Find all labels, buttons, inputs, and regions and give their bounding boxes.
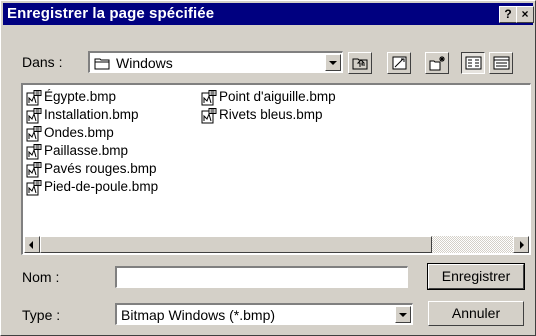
filetype-dropdown-button[interactable] [395,306,411,323]
file-name: Paillasse.bmp [44,143,129,158]
file-name: Rivets bleus.bmp [219,107,323,122]
bitmap-file-icon [26,180,42,196]
file-list[interactable]: Égypte.bmp Installation.bmp Ondes.bmp Paill… [21,83,531,255]
save-button-label: Enregistrer [441,268,511,284]
filetype-label: Type : [22,307,60,323]
file-name: Ondes.bmp [44,125,114,140]
file-name: Installation.bmp [44,107,139,122]
scroll-left-button[interactable] [24,236,40,253]
title-bar[interactable]: Enregistrer la page spécifiée ? × [3,3,534,25]
bitmap-file-icon [26,108,42,124]
filetype-label-text: Type : [22,307,61,323]
file-name: Pied-de-poule.bmp [44,179,159,194]
bitmap-file-icon [26,90,42,106]
details-view-button[interactable] [489,52,513,74]
close-button[interactable]: × [516,6,534,23]
filename-input[interactable] [115,266,408,288]
bitmap-file-icon [201,90,217,106]
up-one-level-button[interactable] [348,52,372,74]
folder-icon [94,57,112,73]
bitmap-file-icon [26,126,42,142]
location-label-text: Dans : [22,54,63,70]
filename-label-text: Nom : [22,269,60,285]
scroll-thumb[interactable] [40,236,432,253]
cancel-button[interactable]: Annuler [428,301,524,326]
location-combo[interactable]: Windows [88,51,343,73]
bitmap-file-icon [26,144,42,160]
bitmap-file-icon [26,162,42,178]
bitmap-file-icon [201,108,217,124]
save-button[interactable]: Enregistrer [427,263,525,290]
horizontal-scrollbar[interactable] [24,236,529,253]
help-button[interactable]: ? [499,6,517,23]
file-name: Point d'aiguille.bmp [219,89,336,104]
save-dialog: Enregistrer la page spécifiée ? × Dans :… [0,0,536,336]
location-dropdown-button[interactable] [325,54,341,71]
scroll-right-button[interactable] [513,236,529,253]
dialog-title: Enregistrer la page spécifiée [7,5,215,22]
new-folder-button[interactable] [425,52,449,74]
location-label: Dans : [22,54,62,70]
list-view-button[interactable] [461,52,485,74]
file-name: Égypte.bmp [44,89,117,104]
desktop-button[interactable] [387,52,411,74]
location-value: Windows [116,55,173,71]
filename-label: Nom : [22,269,59,285]
file-name: Pavés rouges.bmp [44,161,157,176]
cancel-button-label: Annuler [451,305,501,321]
filetype-combo[interactable]: Bitmap Windows (*.bmp) [115,303,413,325]
filetype-value: Bitmap Windows (*.bmp) [121,307,276,323]
